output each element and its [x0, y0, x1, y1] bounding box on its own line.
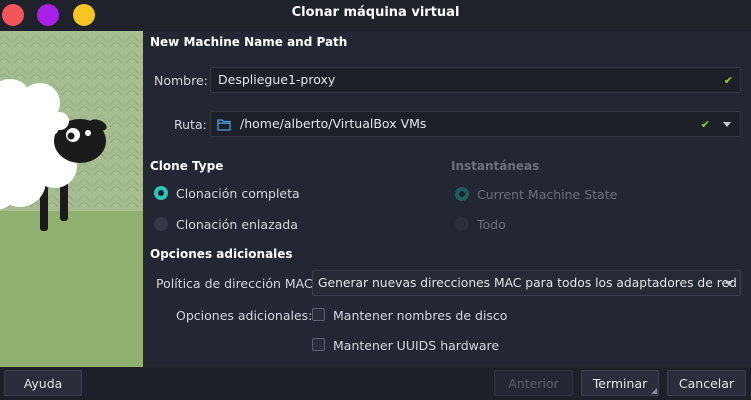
- path-combobox[interactable]: /home/alberto/VirtualBox VMs ✔: [210, 111, 741, 137]
- radio-all-snapshots-label: Todo: [477, 217, 506, 232]
- keep-hardware-uuids-label[interactable]: Mantener UUIDS hardware: [333, 338, 499, 353]
- mac-policy-label: Política de dirección MAC:: [156, 276, 317, 291]
- radio-full-clone-label[interactable]: Clonación completa: [176, 186, 300, 201]
- additional-options-label: Opciones adicionales:: [176, 308, 313, 323]
- window-title: Clonar máquina virtual: [291, 5, 460, 20]
- chevron-down-icon[interactable]: [725, 281, 733, 286]
- cancel-button[interactable]: Cancelar: [667, 370, 746, 396]
- radio-current-state-label: Current Machine State: [477, 187, 618, 202]
- chevron-down-icon[interactable]: [723, 122, 731, 127]
- sheep-illustration: [0, 31, 143, 367]
- valid-check-icon: ✔: [700, 118, 710, 131]
- clone-type-title: Clone Type: [150, 159, 224, 173]
- folder-icon: [217, 119, 231, 131]
- wizard-illustration: [0, 31, 143, 367]
- keep-disk-names-checkbox[interactable]: [312, 308, 325, 321]
- radio-current-state: [455, 187, 469, 201]
- finish-button[interactable]: Terminar: [581, 370, 659, 396]
- name-input-value: Despliegue1-proxy: [218, 72, 336, 87]
- keep-disk-names-label[interactable]: Mantener nombres de disco: [333, 308, 507, 323]
- radio-all-snapshots: [455, 217, 469, 231]
- radio-full-clone[interactable]: [154, 186, 168, 200]
- radio-linked-clone-label[interactable]: Clonación enlazada: [176, 217, 298, 232]
- snapshots-title: Instantáneas: [451, 159, 540, 173]
- keep-hardware-uuids-checkbox[interactable]: [312, 338, 325, 351]
- resize-grip-icon: [651, 388, 657, 394]
- finish-button-label: Terminar: [592, 376, 648, 391]
- section-title-name-path: New Machine Name and Path: [150, 35, 348, 49]
- mac-policy-select[interactable]: Generar nuevas direcciones MAC para todo…: [312, 270, 741, 296]
- title-bar: Clonar máquina virtual: [0, 0, 751, 31]
- help-button[interactable]: Ayuda: [4, 370, 82, 396]
- mac-policy-value: Generar nuevas direcciones MAC para todo…: [318, 276, 737, 290]
- name-input[interactable]: Despliegue1-proxy ✔: [210, 67, 741, 93]
- button-bar: Ayuda Anterior Terminar Cancelar: [0, 367, 751, 400]
- additional-options-title: Opciones adicionales: [150, 247, 293, 261]
- back-button: Anterior: [494, 370, 573, 396]
- name-label: Nombre:: [154, 73, 208, 88]
- path-label: Ruta:: [174, 117, 207, 132]
- path-value: /home/alberto/VirtualBox VMs: [240, 116, 427, 131]
- radio-linked-clone[interactable]: [154, 217, 168, 231]
- valid-check-icon: ✔: [723, 74, 733, 87]
